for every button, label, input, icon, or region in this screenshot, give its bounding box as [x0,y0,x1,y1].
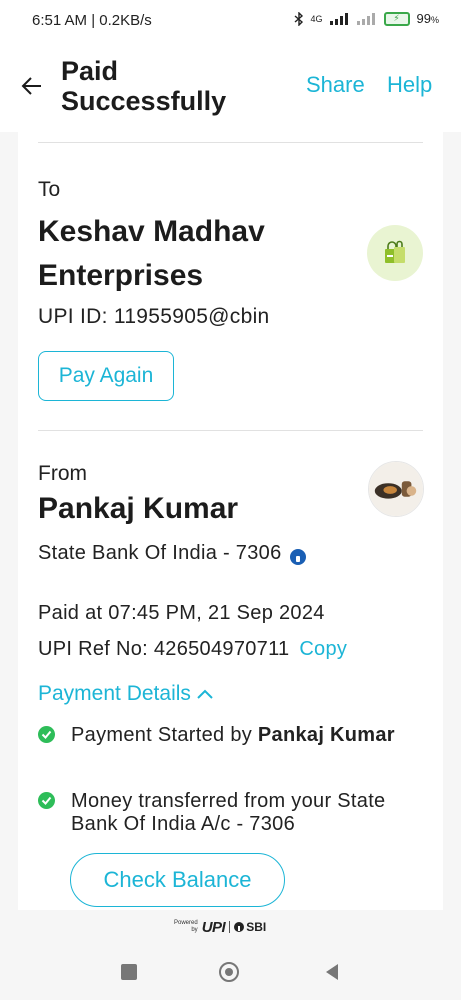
shopping-bag-icon [385,240,405,263]
profile-photo [369,462,423,516]
payment-step-started: Payment Started by Pankaj Kumar [38,724,428,772]
back-nav-icon[interactable] [322,962,342,982]
divider [229,921,231,933]
status-bar: 6:51 AM | 0.2KB/s 4G ⚡ 99% [0,0,461,42]
divider [38,430,423,431]
powered-by-text: Powered by [174,920,198,933]
powered-by-footer: Powered by UPI SBI [174,915,294,939]
system-nav-bar [0,950,461,1000]
sbi-logo: SBI [234,920,266,934]
payment-step-transferred: Money transferred from your State Bank O… [38,790,428,838]
payer-bank-text: State Bank Of India - 7306 [38,542,282,564]
check-balance-button[interactable]: Check Balance [70,853,285,907]
transaction-card: To Keshav Madhav Enterprises UPI ID: 119… [18,132,443,910]
recent-apps-icon[interactable] [120,963,138,981]
paid-at-timestamp: Paid at 07:45 PM, 21 Sep 2024 [38,602,325,624]
page-title: Paid Successfully [61,56,227,116]
pay-again-button[interactable]: Pay Again [38,351,174,401]
payer-avatar [368,461,424,517]
upi-ref-number: UPI Ref No: 426504970711 [38,638,290,660]
copy-button[interactable]: Copy [299,638,347,660]
payment-details-label: Payment Details [38,682,191,705]
payer-name: Pankaj Kumar [38,492,239,525]
home-icon[interactable] [218,961,240,983]
battery-icon: ⚡ [383,11,410,26]
chevron-up-icon [197,689,213,699]
step-transferred-text: Money transferred from your State Bank O… [71,790,386,835]
share-button[interactable]: Share [306,72,365,98]
upi-logo: UPI [201,918,226,936]
check-icon [38,792,55,809]
divider [38,142,423,143]
battery-percent: 99% [416,11,439,26]
upi-ref-line: UPI Ref No: 426504970711 Copy [38,638,347,661]
merchant-avatar [367,225,423,281]
status-icons: 4G ⚡ 99% [294,11,439,26]
step-started-name: Pankaj Kumar [257,724,395,746]
payee-upi-id: UPI ID: 11955905@cbin [38,305,270,328]
payment-details-toggle[interactable]: Payment Details [38,682,213,706]
from-label: From [38,462,87,485]
back-arrow-icon[interactable] [20,74,44,98]
help-button[interactable]: Help [387,72,432,98]
payer-bank: State Bank Of India - 7306 [38,542,306,565]
app-header: Paid Successfully Share Help [0,42,461,132]
check-icon [38,726,55,743]
payee-name: Keshav Madhav Enterprises [38,215,265,292]
sbi-mark-icon [234,922,245,932]
signal-icon [329,12,348,25]
status-time: 6:51 AM | 0.2KB/s [32,12,152,29]
to-label: To [38,178,61,201]
sbi-bank-icon [289,548,306,565]
network-label: 4G [310,13,323,24]
bluetooth-icon [294,11,303,26]
signal-weak-icon [356,12,375,25]
step-started-text: Payment Started by Pankaj Kumar [71,724,395,746]
